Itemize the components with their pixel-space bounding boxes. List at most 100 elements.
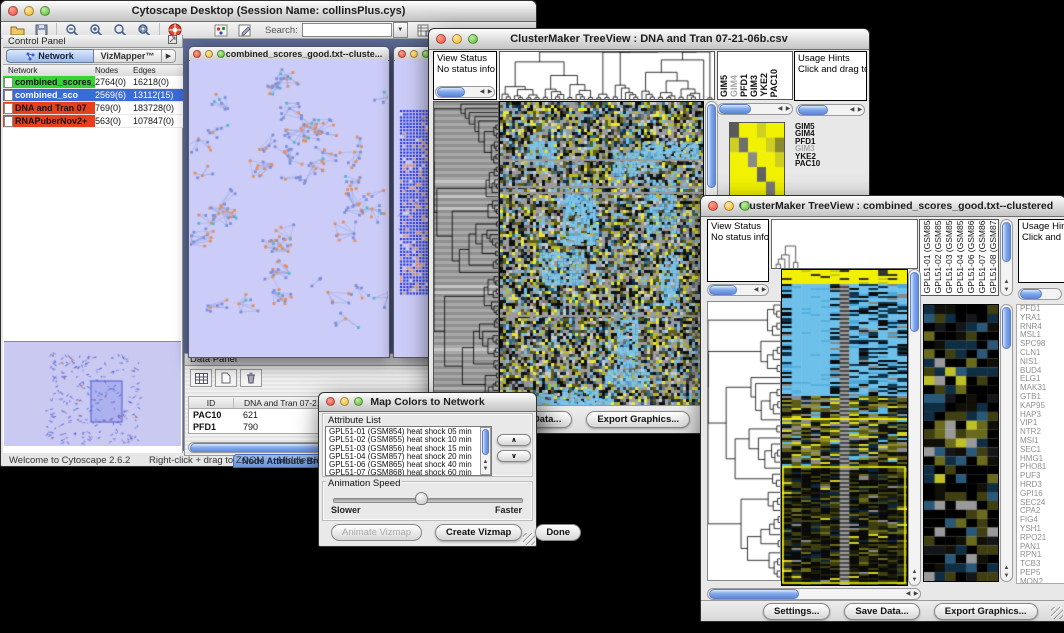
gene-label[interactable]: HRD3	[1020, 481, 1064, 490]
tv2-status-scrollbar[interactable]: ◀ ▶	[707, 284, 769, 296]
treeview2-title-bar[interactable]: ClusterMaker TreeView : combined_scores_…	[701, 196, 1064, 217]
tv1-collabel-scrollbar[interactable]: ◀ ▶	[717, 103, 793, 115]
col-edges[interactable]: Edges	[133, 66, 156, 75]
scroll-up-icon[interactable]: ▲	[909, 569, 920, 576]
gene-label[interactable]: YRA1	[1020, 314, 1064, 323]
attrlist-vscrollbar[interactable]: ▲ ▼	[480, 427, 491, 475]
gene-label[interactable]: PAN1	[1020, 543, 1064, 552]
tv2-hscrollbar[interactable]: ◀ ▶	[707, 588, 921, 600]
gene-label[interactable]: MAK31	[1020, 384, 1064, 393]
attribute-item[interactable]: GPL51-07 (GSM868) heat shock 60 min	[329, 469, 491, 476]
search-input[interactable]	[302, 23, 392, 37]
scroll-right-icon[interactable]: ▶	[760, 287, 768, 293]
zoom-icon[interactable]	[40, 6, 50, 16]
zoom-icon[interactable]	[354, 397, 363, 406]
move-up-button[interactable]: ∧	[497, 434, 531, 446]
gene-label[interactable]: RPN1	[1020, 551, 1064, 560]
gene-label[interactable]: KAP95	[1020, 402, 1064, 411]
scroll-down-icon[interactable]: ▼	[481, 466, 490, 473]
tab-network[interactable]: Network	[6, 49, 94, 63]
col-nodes[interactable]: Nodes	[95, 66, 133, 75]
scrollbar-thumb[interactable]	[1002, 222, 1011, 262]
column-label[interactable]: PFD1	[740, 74, 749, 97]
column-dendrogram-canvas[interactable]	[500, 52, 714, 99]
gene-label[interactable]: RNR4	[1020, 323, 1064, 332]
zoom-icon[interactable]	[217, 50, 225, 58]
close-icon[interactable]	[708, 201, 718, 211]
gene-label[interactable]: SPC98	[1020, 340, 1064, 349]
row-dendrogram-canvas[interactable]	[708, 302, 780, 580]
column-label[interactable]: GIM3	[750, 75, 759, 97]
view-status-scrollbar[interactable]: ◀ ▶	[435, 86, 495, 98]
scrollbar-thumb[interactable]	[437, 87, 465, 97]
gene-label[interactable]: GTB1	[1020, 393, 1064, 402]
tv1-row-dendrogram[interactable]	[433, 101, 499, 406]
column-label[interactable]: GPL51-06 (GSM865)	[967, 219, 976, 293]
column-label[interactable]: GPL51-07 (GSM868)	[978, 219, 987, 293]
scroll-right-icon[interactable]: ▶	[912, 591, 920, 597]
tab-overflow-button[interactable]: ▶	[162, 49, 176, 63]
tv1-column-dendrogram[interactable]	[499, 51, 715, 100]
dialog-button[interactable]: Animate Vizmap	[331, 524, 422, 541]
tv2-column-dendrogram[interactable]	[771, 219, 918, 269]
tv2-global-heatmap[interactable]	[781, 269, 908, 586]
treeview-button[interactable]: Export Graphics...	[934, 603, 1038, 620]
speed-slider-thumb[interactable]	[415, 492, 428, 505]
column-label[interactable]: GPL51-02 (GSM855)	[934, 219, 943, 293]
scroll-left-icon[interactable]: ◀	[752, 287, 760, 293]
scroll-down-icon[interactable]: ▼	[1001, 573, 1012, 580]
gene-label[interactable]: CLN1	[1020, 349, 1064, 358]
treeview-button[interactable]: Settings...	[763, 603, 830, 620]
delete-attribute-button[interactable]	[240, 369, 262, 387]
tv2-zoom-vscrollbar[interactable]: ▲ ▼	[1000, 304, 1013, 582]
close-icon[interactable]	[398, 50, 406, 58]
column-label[interactable]: PAC10	[770, 69, 779, 97]
minimize-icon[interactable]	[205, 50, 213, 58]
column-label[interactable]: GPL51-04 (GSM857)	[956, 219, 965, 293]
close-icon[interactable]	[436, 34, 446, 44]
attribute-item[interactable]: GPL51-06 (GSM865) heat shock 40 min	[329, 461, 491, 469]
column-label[interactable]: GIM4	[730, 75, 739, 97]
zoom-icon[interactable]	[468, 34, 478, 44]
gene-label[interactable]: NIS1	[1020, 358, 1064, 367]
gene-label[interactable]: MON2	[1020, 578, 1064, 584]
minimize-icon[interactable]	[24, 6, 34, 16]
close-icon[interactable]	[326, 397, 335, 406]
gene-label[interactable]: GPI16	[1020, 490, 1064, 499]
resize-grip[interactable]	[1051, 607, 1063, 619]
gene-label[interactable]: VIP1	[1020, 419, 1064, 428]
column-label[interactable]: GPL51-03 (GSM856)	[945, 219, 954, 293]
tv2-zoom-heatmap[interactable]	[923, 304, 999, 582]
birdseye-overview[interactable]	[4, 341, 181, 446]
scroll-down-icon[interactable]: ▼	[909, 577, 920, 584]
gene-label[interactable]: YSH1	[1020, 525, 1064, 534]
speed-slider-track[interactable]	[333, 498, 523, 503]
scrollbar-thumb[interactable]	[709, 589, 799, 599]
scroll-right-icon[interactable]: ▶	[486, 89, 494, 95]
tv2-collabel-vscrollbar[interactable]: ▲ ▼	[1000, 219, 1013, 296]
heatmap-canvas[interactable]	[782, 270, 907, 585]
tv2-heatmap-vscrollbar[interactable]: ▲ ▼	[908, 269, 921, 586]
scrollbar-thumb[interactable]	[910, 272, 919, 332]
col-network[interactable]: Network	[3, 66, 95, 75]
scroll-left-icon[interactable]: ◀	[848, 107, 856, 113]
scroll-up-icon[interactable]: ▲	[1001, 279, 1012, 286]
network-view-title-bar[interactable]: combined_scores_good.txt--cluste...	[189, 47, 389, 61]
dialog-button[interactable]: Create Vizmap	[435, 524, 522, 541]
scrollbar-thumb[interactable]	[1002, 307, 1011, 349]
scroll-left-icon[interactable]: ◀	[904, 591, 912, 597]
column-label[interactable]: YKE2	[760, 73, 769, 97]
network-row[interactable]: combined_scores_ 2764(0) 16218(0)	[3, 76, 183, 89]
network-row[interactable]: combined_sco 2569(6) 13112(15)	[3, 89, 183, 102]
treeview-button[interactable]: Export Graphics...	[586, 411, 690, 428]
gene-label[interactable]: PHO81	[1020, 463, 1064, 472]
scroll-left-icon[interactable]: ◀	[776, 106, 784, 112]
tv2-usage-scrollbar[interactable]	[1018, 288, 1062, 300]
scroll-right-icon[interactable]: ▶	[856, 107, 864, 113]
resize-grip[interactable]	[523, 533, 535, 545]
minimize-icon[interactable]	[452, 34, 462, 44]
column-label[interactable]: GPL51-01 (GSM854)	[923, 219, 932, 293]
treeview1-title-bar[interactable]: ClusterMaker TreeView : DNA and Tran 07-…	[429, 29, 869, 50]
gene-label[interactable]: HAP3	[1020, 411, 1064, 420]
minimize-icon[interactable]	[340, 397, 349, 406]
